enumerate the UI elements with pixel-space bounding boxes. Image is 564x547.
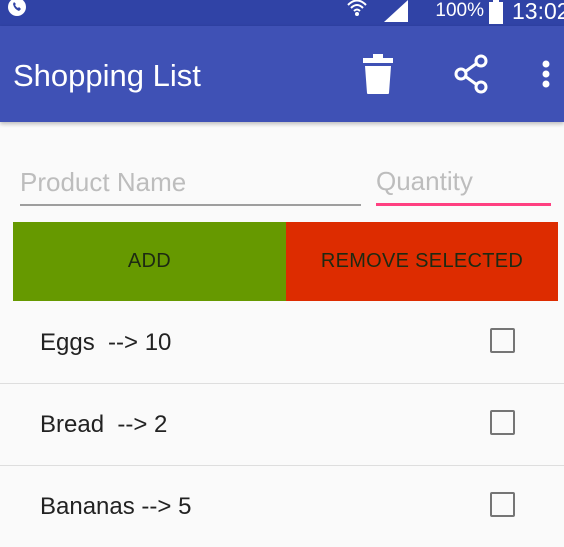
remove-selected-button[interactable]: REMOVE SELECTED [286,222,558,301]
list-item: Bananas --> 5 [0,466,564,547]
product-name-input[interactable] [20,166,361,206]
signal-icon [382,0,410,29]
battery-percent: 100% [435,0,484,21]
battery-icon [489,0,503,29]
app-bar: Shopping List [0,26,564,122]
app-title: Shopping List [13,58,201,93]
list-item-label: Eggs --> 10 [40,329,172,356]
status-bar: 100% 13:02 [0,0,564,26]
item-checkbox[interactable] [490,410,515,435]
clock: 13:02 [512,0,564,24]
wifi-icon [346,0,368,25]
shopping-list: Eggs --> 10 Bread --> 2 Bananas --> 5 [0,302,564,547]
item-checkbox[interactable] [490,492,515,517]
add-button[interactable]: ADD [13,222,286,301]
share-icon[interactable] [453,54,491,99]
list-item-label: Bread --> 2 [40,411,168,438]
list-item-label: Bananas --> 5 [40,493,192,520]
item-checkbox[interactable] [490,328,515,353]
list-item: Eggs --> 10 [0,302,564,384]
quantity-input[interactable] [376,166,551,206]
trash-icon[interactable] [362,54,394,99]
more-vert-icon[interactable] [540,60,552,95]
whatsapp-icon [6,0,28,23]
list-item: Bread --> 2 [0,384,564,466]
